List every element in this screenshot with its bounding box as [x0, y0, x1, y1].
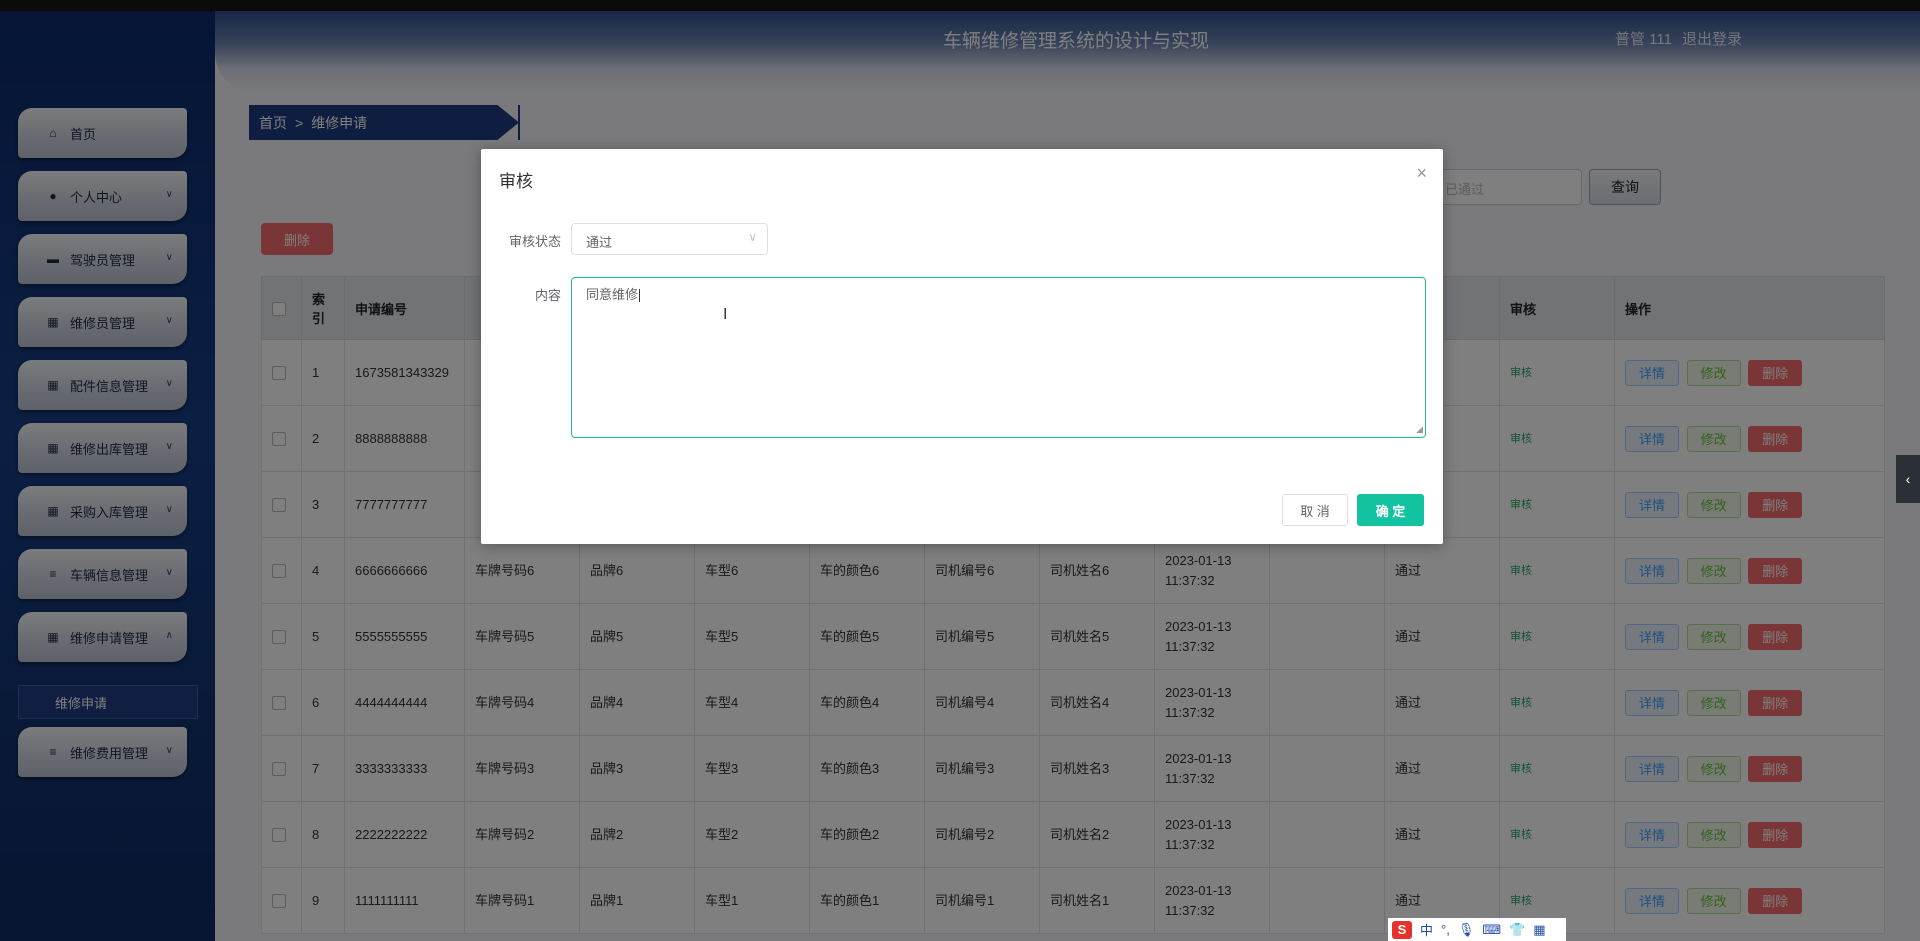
status-select-value: 通过: [586, 235, 613, 250]
resize-handle-icon[interactable]: ◢: [1416, 424, 1423, 435]
ime-punct[interactable]: °,: [1441, 922, 1450, 937]
cancel-button[interactable]: 取 消: [1282, 494, 1348, 526]
keyboard-icon[interactable]: ⌨: [1482, 922, 1501, 938]
dialog-title: 审核: [499, 172, 533, 191]
status-select[interactable]: 通过 ∨: [571, 223, 768, 255]
skin-icon[interactable]: 👕: [1509, 922, 1525, 938]
apps-icon[interactable]: ▦: [1533, 922, 1545, 938]
confirm-button[interactable]: 确 定: [1357, 494, 1424, 526]
ime-logo-icon[interactable]: S: [1392, 920, 1412, 939]
status-label: 审核状态: [509, 234, 562, 249]
text-caret: [639, 289, 641, 303]
window-top-strip: [0, 0, 1920, 11]
ime-mode[interactable]: 中: [1420, 920, 1433, 939]
audit-dialog: 审核 × 审核状态 通过 ∨ 内容 同意维修 ◢ I 取 消 确 定: [481, 149, 1443, 544]
mouse-cursor-icon: I: [723, 306, 728, 323]
content-value: 同意维修: [586, 287, 639, 302]
ime-toolbar: S 中 °, 🎙 ⌨ 👕 ▦: [1388, 918, 1566, 941]
chevron-down-icon: ∨: [748, 230, 757, 244]
content-textarea[interactable]: 同意维修 ◢: [571, 277, 1426, 438]
content-label: 内容: [535, 288, 562, 303]
collapse-panel-icon[interactable]: ‹: [1896, 455, 1920, 503]
close-icon[interactable]: ×: [1416, 163, 1427, 184]
microphone-icon[interactable]: 🎙: [1458, 922, 1475, 938]
